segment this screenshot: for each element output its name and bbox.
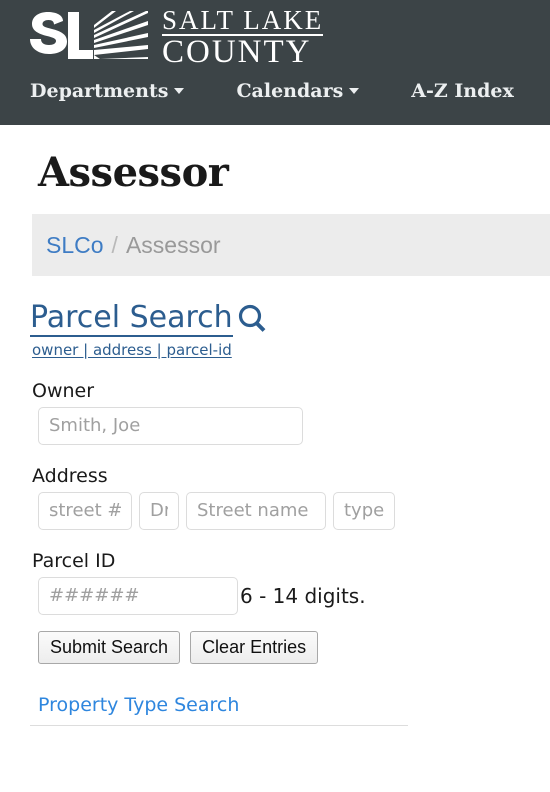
site-logo[interactable]: SALT LAKE COUNTY bbox=[30, 8, 323, 67]
main-content: Parcel Search owner | address | parcel-i… bbox=[0, 302, 550, 716]
site-header: SALT LAKE COUNTY Departments Calendars A… bbox=[0, 0, 550, 125]
nav-item-calendars-label: Calendars bbox=[236, 80, 343, 102]
address-street-type-input[interactable] bbox=[333, 492, 395, 530]
page-title: Assessor bbox=[38, 149, 550, 196]
owner-label: Owner bbox=[32, 380, 550, 402]
clear-entries-button[interactable]: Clear Entries bbox=[190, 631, 318, 664]
property-type-search-link[interactable]: Property Type Search bbox=[38, 694, 239, 716]
logo-wordmark: SALT LAKE COUNTY bbox=[162, 8, 323, 67]
owner-input[interactable] bbox=[38, 407, 303, 445]
chevron-down-icon bbox=[174, 88, 184, 94]
address-direction-input[interactable] bbox=[139, 492, 179, 530]
parcel-id-label: Parcel ID bbox=[32, 550, 550, 572]
parcel-id-input[interactable] bbox=[38, 577, 238, 615]
breadcrumb-link-slco[interactable]: SLCo bbox=[46, 232, 104, 259]
parcel-search-heading-row: Parcel Search bbox=[30, 302, 550, 337]
address-street-number-input[interactable] bbox=[38, 492, 132, 530]
parcel-id-field-row: 6 - 14 digits. bbox=[38, 577, 550, 615]
parcel-id-hint: 6 - 14 digits. bbox=[240, 584, 366, 608]
breadcrumb: SLCo / Assessor bbox=[32, 214, 550, 276]
nav-item-calendars[interactable]: Calendars bbox=[236, 80, 359, 102]
sl-sunburst-logo-icon bbox=[30, 9, 152, 67]
search-button-row: Submit Search Clear Entries bbox=[38, 631, 550, 664]
magnifier-icon[interactable] bbox=[237, 303, 267, 335]
chevron-down-icon bbox=[349, 88, 359, 94]
breadcrumb-current: Assessor bbox=[126, 232, 221, 259]
logo-line-2: COUNTY bbox=[162, 36, 323, 67]
address-label: Address bbox=[32, 465, 550, 487]
section-divider bbox=[30, 725, 408, 726]
main-navigation: Departments Calendars A-Z Index bbox=[30, 80, 514, 102]
nav-item-departments[interactable]: Departments bbox=[30, 80, 184, 102]
nav-item-a-z-index-label: A-Z Index bbox=[411, 80, 514, 102]
parcel-search-sub-links[interactable]: owner | address | parcel-id bbox=[32, 341, 232, 359]
nav-item-a-z-index[interactable]: A-Z Index bbox=[411, 80, 514, 102]
submit-search-button[interactable]: Submit Search bbox=[38, 631, 180, 664]
breadcrumb-separator: / bbox=[112, 232, 118, 259]
address-field-row bbox=[38, 492, 550, 530]
parcel-search-heading-link[interactable]: Parcel Search bbox=[30, 302, 233, 337]
logo-line-1: SALT LAKE bbox=[162, 8, 323, 36]
nav-item-departments-label: Departments bbox=[30, 80, 168, 102]
address-street-name-input[interactable] bbox=[186, 492, 326, 530]
